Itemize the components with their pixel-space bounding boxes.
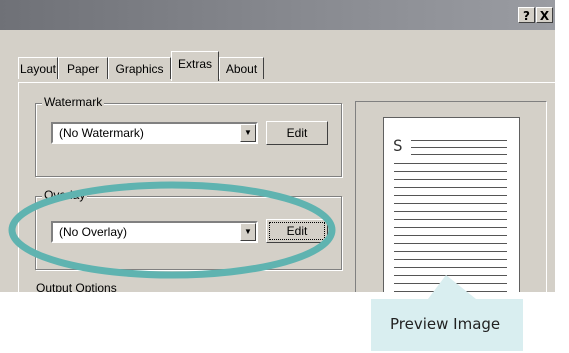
chevron-down-icon[interactable]: ▼	[240, 223, 256, 241]
text-line	[411, 147, 507, 148]
text-line	[394, 275, 507, 276]
tab-layout[interactable]: Layout	[18, 57, 58, 79]
text-line	[394, 211, 507, 212]
watermark-edit-button[interactable]: Edit	[266, 121, 328, 145]
text-line	[411, 140, 507, 141]
watermark-group-label: Watermark	[42, 95, 105, 109]
text-line	[394, 291, 507, 292]
text-line	[411, 154, 507, 155]
text-line	[394, 243, 507, 244]
text-line	[394, 195, 507, 196]
text-line	[394, 219, 507, 220]
title-bar[interactable]: ? X	[0, 0, 555, 30]
help-button[interactable]: ?	[518, 7, 535, 23]
overlay-select-value: (No Overlay)	[59, 225, 128, 239]
text-line	[394, 179, 507, 180]
tab-extras[interactable]: Extras	[171, 51, 219, 81]
output-options-group-label: Output Options	[36, 281, 117, 292]
tab-paper[interactable]: Paper	[58, 57, 108, 79]
overlay-group: Overlay (No Overlay) ▼ Edit	[35, 188, 342, 270]
preview-page: S	[383, 117, 520, 292]
preview-frame: S	[355, 101, 547, 292]
text-line	[394, 259, 507, 260]
text-line	[394, 163, 507, 164]
text-line	[394, 171, 507, 172]
preview-image-callout: Preview Image	[371, 299, 523, 351]
text-line	[394, 283, 507, 284]
callout-label: Preview Image	[390, 315, 501, 333]
watermark-select[interactable]: (No Watermark) ▼	[51, 122, 258, 144]
close-button[interactable]: X	[536, 7, 553, 23]
tab-graphics[interactable]: Graphics	[108, 57, 171, 79]
watermark-select-value: (No Watermark)	[59, 126, 144, 140]
text-line	[394, 227, 507, 228]
chevron-down-icon[interactable]: ▼	[240, 124, 256, 142]
printer-properties-dialog: ? X Layout Paper Graphics Extras About W…	[0, 0, 555, 292]
overlay-edit-button[interactable]: Edit	[266, 219, 328, 243]
preview-page-letter: S	[393, 136, 403, 155]
overlay-select[interactable]: (No Overlay) ▼	[51, 221, 258, 243]
text-line	[394, 267, 507, 268]
text-line	[394, 251, 507, 252]
watermark-group: Watermark (No Watermark) ▼ Edit	[35, 95, 342, 177]
text-line	[394, 235, 507, 236]
overlay-group-label: Overlay	[42, 188, 88, 202]
tab-about[interactable]: About	[219, 57, 264, 79]
text-line	[394, 187, 507, 188]
text-line	[394, 203, 507, 204]
